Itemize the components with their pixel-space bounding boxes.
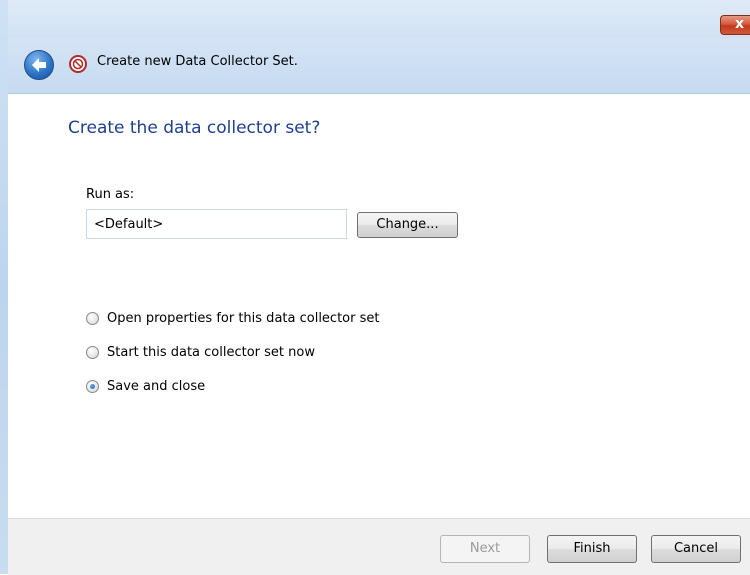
back-button[interactable] bbox=[24, 50, 54, 80]
run-as-field[interactable] bbox=[86, 209, 347, 239]
wizard-header: Create new Data Collector Set. bbox=[8, 38, 750, 94]
option-label: Open properties for this data collector … bbox=[107, 310, 380, 326]
cancel-button[interactable]: Cancel bbox=[651, 535, 741, 563]
option-save-and-close[interactable]: Save and close bbox=[86, 377, 205, 395]
option-start-now[interactable]: Start this data collector set now bbox=[86, 343, 315, 361]
radio-save-and-close[interactable] bbox=[86, 379, 99, 393]
title-bar: x bbox=[8, 0, 750, 38]
run-as-label: Run as: bbox=[86, 187, 135, 202]
option-open-properties[interactable]: Open properties for this data collector … bbox=[86, 309, 379, 327]
back-arrow-icon bbox=[32, 58, 46, 72]
finish-button[interactable]: Finish bbox=[547, 535, 637, 563]
window-left-border bbox=[0, 0, 8, 574]
wizard-title: Create new Data Collector Set. bbox=[97, 54, 298, 69]
radio-open-properties[interactable] bbox=[86, 311, 99, 325]
no-symbol-icon bbox=[69, 55, 87, 73]
page-heading: Create the data collector set? bbox=[68, 118, 321, 138]
option-label: Save and close bbox=[107, 378, 206, 394]
wizard-content: Create the data collector set? Run as: C… bbox=[8, 94, 750, 518]
change-button[interactable]: Change... bbox=[357, 212, 458, 238]
wizard-footer: Next Finish Cancel bbox=[8, 518, 750, 575]
close-button[interactable]: x bbox=[720, 15, 750, 35]
next-button[interactable]: Next bbox=[440, 535, 530, 563]
option-label: Start this data collector set now bbox=[107, 344, 315, 360]
close-icon: x bbox=[734, 16, 745, 32]
radio-start-now[interactable] bbox=[86, 345, 99, 359]
